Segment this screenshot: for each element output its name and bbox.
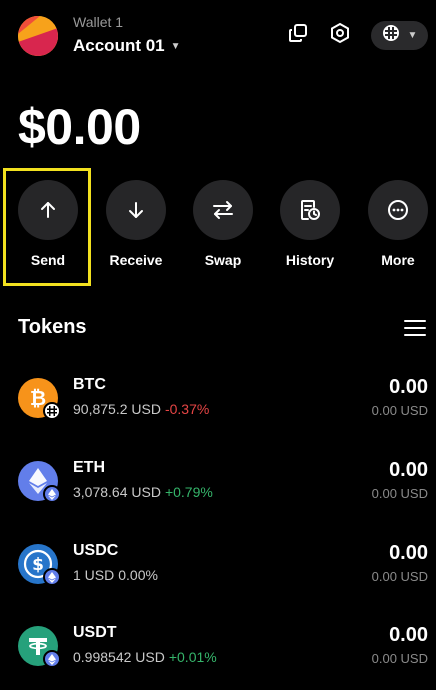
token-value: 0.00 USD (371, 651, 428, 666)
more-icon (368, 180, 428, 240)
send-button[interactable]: Send (4, 180, 92, 272)
token-price: 1 USD 0.00% (73, 567, 158, 583)
ethereum-network-icon (43, 485, 61, 503)
token-row-btc[interactable]: ₿ BTC 90,875.2 USD -0.37% 0.00 0.00 USD (0, 372, 436, 442)
token-amount: 0.00 (389, 542, 428, 564)
receive-button[interactable]: Receive (92, 180, 180, 272)
header: Wallet 1 Account 01 ▼ ▼ (0, 0, 436, 72)
token-price: 90,875.2 USD -0.37% (73, 401, 209, 417)
token-row-usdt[interactable]: USDT 0.998542 USD +0.01% 0.00 0.00 USD (0, 620, 436, 690)
account-name: Account 01 (73, 36, 165, 55)
token-symbol: ETH (73, 459, 105, 476)
token-price: 0.998542 USD +0.01% (73, 649, 217, 665)
token-value: 0.00 USD (371, 486, 428, 501)
copy-icon[interactable] (286, 21, 310, 45)
chevron-down-icon: ▼ (170, 40, 181, 52)
swap-icon (193, 180, 253, 240)
history-label: History (285, 252, 335, 268)
token-value: 0.00 USD (371, 403, 428, 418)
network-icon (382, 24, 400, 47)
token-change: 0.00% (118, 567, 158, 583)
token-symbol: BTC (73, 376, 106, 393)
ethereum-network-icon (43, 568, 61, 586)
token-symbol: USDC (73, 542, 119, 559)
token-symbol: USDT (73, 624, 117, 641)
token-amount: 0.00 (389, 459, 428, 481)
token-price-value: 1 USD (73, 567, 115, 583)
action-bar: Send Receive Swap History More (0, 180, 436, 280)
account-avatar[interactable] (18, 16, 58, 56)
token-change: -0.37% (164, 401, 210, 417)
token-row-eth[interactable]: ETH 3,078.64 USD +0.79% 0.00 0.00 USD (0, 455, 436, 525)
history-button[interactable]: History (266, 180, 354, 272)
token-change: +0.01% (168, 649, 217, 665)
token-price-value: 0.998542 USD (73, 649, 165, 665)
arrow-up-icon (18, 180, 78, 240)
tokens-title: Tokens (18, 316, 87, 338)
token-change: +0.79% (164, 484, 213, 500)
ethereum-network-icon (43, 650, 61, 668)
token-amount: 0.00 (389, 624, 428, 646)
swap-label: Swap (204, 252, 242, 268)
swap-button[interactable]: Swap (179, 180, 267, 272)
token-price-value: 3,078.64 USD (73, 484, 161, 500)
more-label: More (381, 252, 415, 268)
chevron-down-icon: ▼ (407, 30, 418, 41)
token-row-usdc[interactable]: $ USDC 1 USD 0.00% 0.00 0.00 USD (0, 538, 436, 608)
more-button[interactable]: More (354, 180, 436, 272)
network-selector[interactable]: ▼ (371, 21, 428, 50)
token-amount: 0.00 (389, 376, 428, 398)
total-balance: $0.00 (18, 99, 141, 155)
token-price-value: 90,875.2 USD (73, 401, 161, 417)
arrow-down-icon (106, 180, 166, 240)
send-label: Send (30, 252, 66, 268)
bitcoin-network-icon (43, 402, 61, 420)
svg-text:$: $ (32, 555, 44, 575)
token-price: 3,078.64 USD +0.79% (73, 484, 213, 500)
receive-label: Receive (109, 252, 163, 268)
token-value: 0.00 USD (371, 569, 428, 584)
menu-icon[interactable] (404, 320, 426, 338)
wallet-name: Wallet 1 (73, 14, 124, 30)
settings-icon[interactable] (328, 21, 352, 45)
history-icon (280, 180, 340, 240)
account-selector[interactable]: Account 01 ▼ (73, 36, 181, 56)
